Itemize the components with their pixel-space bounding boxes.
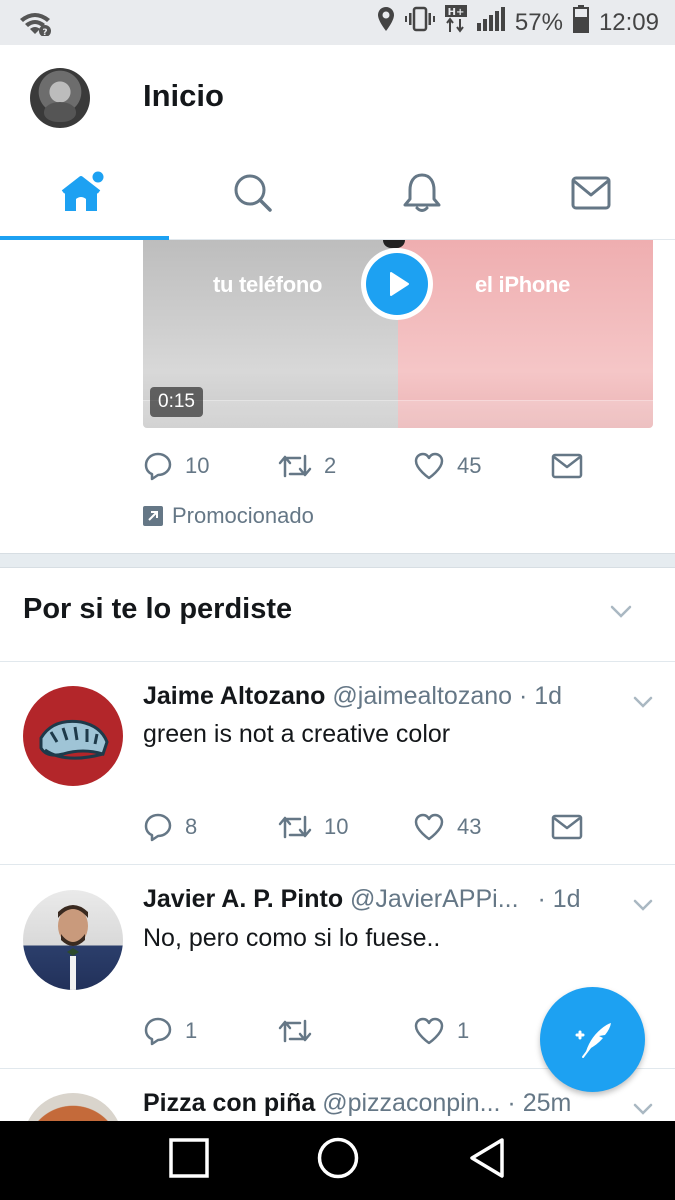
search-icon: [233, 173, 273, 218]
signal-icon: [476, 7, 505, 38]
chevron-down-icon[interactable]: [632, 898, 654, 917]
play-button[interactable]: [361, 248, 433, 320]
tab-messages[interactable]: [506, 150, 675, 240]
like-count: 43: [457, 814, 482, 839]
heart-icon: [413, 1016, 445, 1046]
reply-count: 1: [185, 1018, 198, 1043]
dm-share-button[interactable]: [551, 814, 583, 840]
avatar[interactable]: [23, 1093, 123, 1121]
svg-text:?: ?: [42, 28, 47, 36]
retweet-button[interactable]: 2: [278, 452, 413, 480]
tweet-time: · 1d: [519, 682, 563, 710]
reply-icon: [143, 451, 173, 481]
video-player[interactable]: tu teléfono el iPhone 0:15: [143, 240, 653, 428]
reply-count: 10: [185, 453, 210, 478]
video-floor: [143, 400, 653, 428]
reply-icon: [143, 812, 173, 842]
section-header: Por si te lo perdiste: [0, 568, 675, 662]
location-icon: [377, 6, 395, 39]
tweet-header: Jaime Altozano @jaimealtozano · 1d: [143, 682, 562, 711]
section-title: Por si te lo perdiste: [23, 593, 293, 625]
mail-icon: [551, 814, 583, 840]
retweet-icon: [278, 452, 312, 480]
promoted-arrow-icon: [143, 506, 163, 526]
page-title: Inicio: [143, 78, 224, 113]
retweet-count: 10: [324, 814, 349, 839]
tweet-time: · 25m: [507, 1089, 572, 1117]
bell-icon: [402, 172, 442, 219]
retweet-count: 2: [324, 453, 337, 478]
like-button[interactable]: 43: [413, 812, 551, 842]
heart-icon: [413, 812, 445, 842]
tab-home[interactable]: [0, 150, 169, 240]
like-count: 1: [457, 1018, 470, 1043]
section-divider: [0, 553, 675, 568]
tweet-text: green is not a creative color: [143, 720, 451, 748]
tweet-time: · 1d: [537, 885, 581, 913]
dm-share-button[interactable]: [551, 453, 583, 479]
home-icon: [61, 171, 107, 220]
tab-notifications[interactable]: [338, 150, 507, 240]
reply-icon: [143, 1016, 173, 1046]
promoted-label: Promocionado: [143, 503, 314, 529]
reply-button[interactable]: 1: [143, 1016, 278, 1046]
video-duration: 0:15: [150, 387, 203, 417]
compose-tweet-button[interactable]: [540, 987, 645, 1092]
promoted-tweet-actions: 10 2 45: [143, 446, 623, 486]
play-icon: [366, 253, 428, 315]
promoted-text: Promocionado: [172, 503, 314, 528]
retweet-icon: [278, 1017, 312, 1045]
back-button[interactable]: [467, 1137, 507, 1184]
profile-avatar[interactable]: [30, 68, 90, 128]
like-count: 45: [457, 453, 482, 478]
avatar[interactable]: [23, 890, 123, 990]
tweet-author-name[interactable]: Javier A. P. Pinto: [143, 885, 343, 913]
reply-button[interactable]: 10: [143, 451, 278, 481]
tweet-item[interactable]: Jaime Altozano @jaimealtozano · 1d green…: [0, 662, 675, 865]
network-type-label: H+: [448, 7, 465, 18]
retweet-icon: [278, 813, 312, 841]
avatar[interactable]: [23, 686, 123, 786]
tweet-author-handle[interactable]: @jaimealtozano: [332, 682, 512, 710]
video-caption-left: tu teléfono: [213, 272, 323, 297]
chevron-down-icon[interactable]: [632, 695, 654, 714]
clock: 12:09: [598, 8, 659, 36]
like-button[interactable]: 45: [413, 451, 551, 481]
tab-bar: [0, 150, 675, 240]
reply-count: 8: [185, 814, 198, 839]
chevron-down-icon[interactable]: [632, 1102, 654, 1121]
wifi-icon: ?: [18, 10, 52, 36]
mail-icon: [551, 453, 583, 479]
app-header: Inicio: [0, 45, 675, 240]
system-navigation-bar: [0, 1121, 675, 1200]
video-caption-right: el iPhone: [475, 272, 571, 297]
tweet-header: Pizza con piña @pizzaconpin... · 25m: [143, 1089, 571, 1118]
retweet-button[interactable]: 10: [278, 813, 413, 841]
network-type-icon: H+: [444, 5, 467, 40]
status-bar: ? H+ 57% 12:09: [0, 0, 675, 45]
home-button[interactable]: [316, 1136, 360, 1185]
tweet-text: No, pero como si lo fuese..: [143, 924, 441, 952]
battery-icon: [572, 5, 589, 40]
reply-button[interactable]: 8: [143, 812, 278, 842]
tweet-header: Javier A. P. Pinto @JavierAPPi... · 1d: [143, 885, 581, 914]
vibrate-icon: [404, 6, 435, 39]
heart-icon: [413, 451, 445, 481]
tweet-author-name[interactable]: Pizza con piña: [143, 1089, 315, 1117]
recents-button[interactable]: [168, 1137, 210, 1184]
tweet-author-name[interactable]: Jaime Altozano: [143, 682, 325, 710]
tab-search[interactable]: [169, 150, 338, 240]
battery-percent: 57%: [514, 8, 563, 36]
like-button[interactable]: 1: [413, 1016, 551, 1046]
mail-icon: [571, 176, 611, 215]
chevron-down-icon[interactable]: [609, 604, 633, 625]
retweet-button[interactable]: [278, 1017, 413, 1045]
compose-feather-icon: [567, 1011, 619, 1068]
tweet-author-handle[interactable]: @JavierAPPi...: [350, 885, 518, 913]
tweet-author-handle[interactable]: @pizzaconpin...: [322, 1089, 500, 1117]
tweet-actions: 8 10 43: [143, 807, 623, 847]
